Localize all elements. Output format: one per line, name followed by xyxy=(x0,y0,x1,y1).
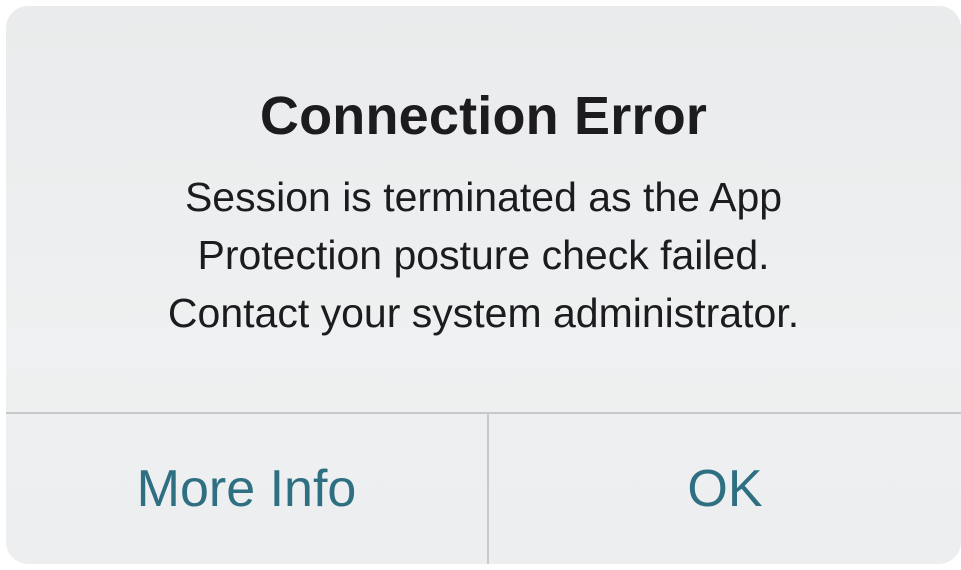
alert-body: Connection Error Session is terminated a… xyxy=(6,6,961,412)
alert-message: Session is terminated as the App Protect… xyxy=(46,168,921,342)
alert-dialog: Connection Error Session is terminated a… xyxy=(6,6,961,564)
alert-message-line: Session is terminated as the App xyxy=(184,174,783,220)
ok-button[interactable]: OK xyxy=(489,414,961,564)
alert-message-line: Protection posture check failed. xyxy=(197,232,770,278)
more-info-button[interactable]: More Info xyxy=(6,414,487,564)
alert-message-line: Contact your system administrator. xyxy=(167,290,800,336)
alert-title: Connection Error xyxy=(259,86,708,146)
